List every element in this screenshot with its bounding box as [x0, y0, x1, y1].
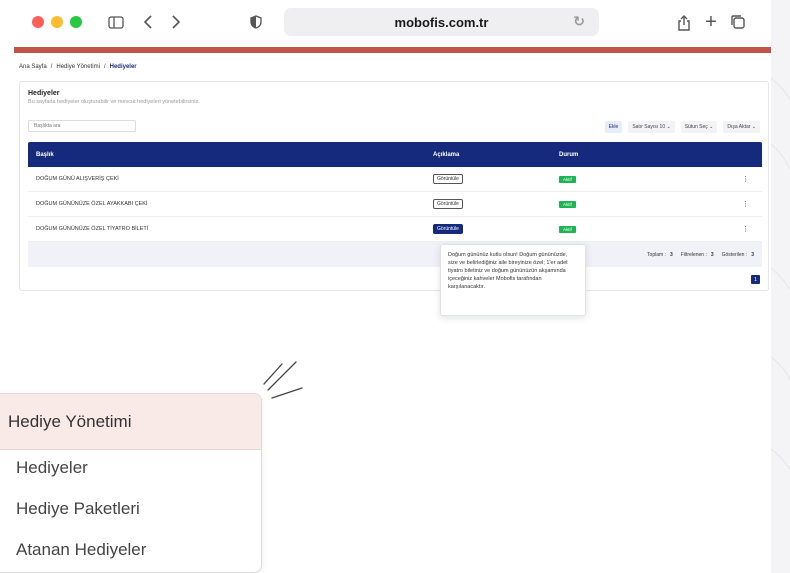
address-bar[interactable]: mobofis.com.tr ↻ [284, 8, 599, 36]
gifts-card: Hediyeler Bu sayfada hediyeler oluşturab… [19, 81, 769, 291]
shown-label: Gösterilen : [721, 251, 748, 258]
reload-icon[interactable]: ↻ [573, 13, 585, 30]
breadcrumb-home[interactable]: Ana Sayfa [19, 64, 47, 70]
filtered-count: 3 [710, 251, 714, 258]
search-input[interactable] [28, 120, 136, 132]
close-window-button[interactable] [32, 16, 44, 28]
column-select[interactable]: Sütun Seç ⌄ [680, 121, 718, 133]
sidebar-toggle-icon[interactable] [107, 10, 125, 34]
share-icon[interactable] [676, 10, 692, 34]
table-row: DOĞUM GÜNÜNÜZE ÖZEL TİYATRO BİLETİ Görün… [28, 217, 762, 242]
table-summary: Toplam : 3 Filtrelenen : 3 Gösterilen : … [28, 242, 762, 267]
menu-item-assigned-gifts[interactable]: Atanan Hediyeler [16, 540, 146, 560]
breadcrumb-separator: / [103, 64, 106, 70]
menu-item-gifts[interactable]: Hediyeler [16, 458, 88, 478]
table-row: DOĞUM GÜNÜ ALIŞVERİŞ ÇEKİ Görüntüle Akti… [28, 167, 762, 192]
page-description: Bu sayfada hediyeler oluşturabilir ve me… [28, 99, 200, 105]
view-description-button[interactable]: Görüntüle [433, 224, 463, 234]
browser-toolbar: mobofis.com.tr ↻ + [0, 0, 771, 47]
view-description-button[interactable]: Görüntüle [433, 174, 463, 184]
menu-item-gift-packages[interactable]: Hediye Paketleri [16, 499, 140, 519]
column-header-title[interactable]: Başlık [28, 152, 433, 158]
tab-overview-icon[interactable] [729, 10, 747, 34]
breadcrumb-separator: / [50, 64, 53, 70]
forward-icon[interactable] [168, 10, 184, 34]
gift-title: DOĞUM GÜNÜNÜZE ÖZEL TİYATRO BİLETİ [36, 226, 149, 232]
page-title: Hediyeler [28, 90, 60, 97]
row-menu-icon[interactable]: ⋮ [729, 175, 762, 183]
tooltip-text: Doğum gününüz kutlu olsun! Doğum gününüz… [448, 252, 568, 290]
shown-count: 3 [751, 251, 754, 258]
row-menu-icon[interactable]: ⋮ [729, 200, 762, 208]
filtered-label: Filtrelenen : [680, 251, 707, 258]
status-badge: Aktif [559, 225, 576, 233]
status-badge: Aktif [559, 175, 576, 183]
gifts-table: Başlık Açıklama Durum DOĞUM GÜNÜ ALIŞVER… [28, 142, 762, 267]
add-button[interactable]: Ekle [604, 121, 623, 133]
breadcrumb-parent[interactable]: Hediye Yönetimi [56, 64, 100, 70]
rows-per-page-select[interactable]: Satır Sayısı 10 ⌄ [628, 121, 675, 133]
privacy-shield-icon[interactable] [249, 10, 263, 34]
table-toolbar: Ekle Satır Sayısı 10 ⌄ Sütun Seç ⌄ Dışa … [604, 121, 760, 133]
gift-title: DOĞUM GÜNÜ ALIŞVERİŞ ÇEKİ [36, 176, 119, 182]
url-text: mobofis.com.tr [394, 14, 489, 30]
table-header: Başlık Açıklama Durum [28, 142, 762, 167]
total-count: 3 [669, 251, 673, 258]
gift-title: DOĞUM GÜNÜNÜZE ÖZEL AYAKKABI ÇEKİ [36, 201, 148, 207]
total-label: Toplam : [647, 251, 666, 258]
row-menu-icon[interactable]: ⋮ [729, 225, 762, 233]
column-header-status[interactable]: Durum [559, 152, 729, 158]
minimize-window-button[interactable] [51, 16, 63, 28]
maximize-window-button[interactable] [70, 16, 82, 28]
breadcrumb: Ana Sayfa / Hediye Yönetimi / Hediyeler [19, 64, 137, 70]
table-row: DOĞUM GÜNÜNÜZE ÖZEL AYAKKABI ÇEKİ Görünt… [28, 192, 762, 217]
breadcrumb-current: Hediyeler [109, 64, 137, 70]
new-tab-icon[interactable]: + [703, 10, 719, 34]
back-icon[interactable] [140, 10, 156, 34]
export-select[interactable]: Dışa Aktar ⌄ [723, 121, 760, 133]
description-tooltip: Doğum gününüz kutlu olsun! Doğum gününüz… [440, 244, 586, 316]
menu-group-gift-management[interactable]: Hediye Yönetimi [0, 394, 261, 450]
page-number-button[interactable]: 1 [751, 275, 760, 284]
status-badge: Aktif [559, 200, 576, 208]
view-description-button[interactable]: Görüntüle [433, 199, 463, 209]
menu-group-label: Hediye Yönetimi [8, 412, 132, 431]
zoomed-menu-panel: Hediye Yönetimi Hediyeler Hediye Paketle… [0, 393, 262, 573]
column-header-description[interactable]: Açıklama [433, 152, 559, 158]
